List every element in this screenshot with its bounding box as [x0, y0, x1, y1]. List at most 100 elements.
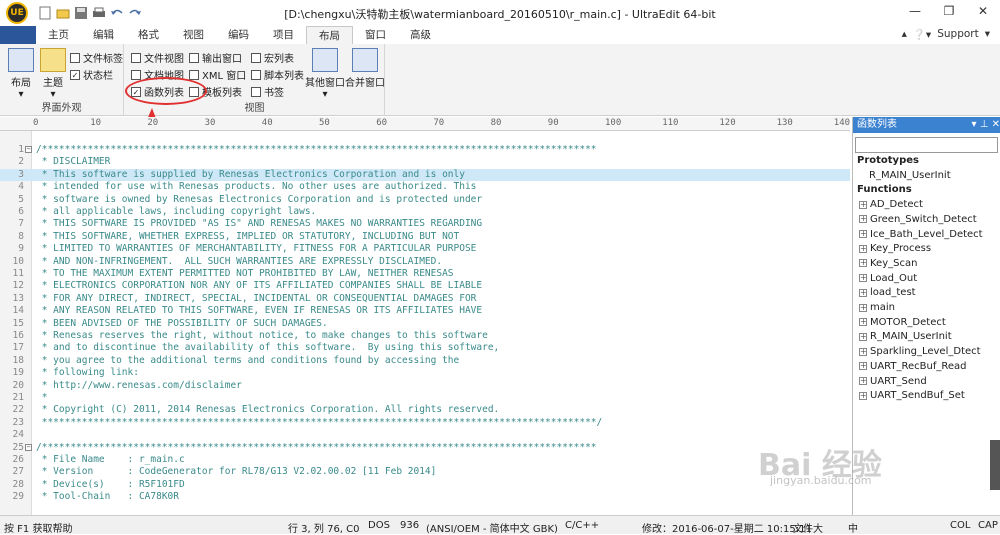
expand-icon[interactable]: +	[859, 303, 867, 312]
expand-icon[interactable]: +	[859, 274, 867, 283]
status-codepage[interactable]: 936	[400, 520, 419, 531]
status-encoding[interactable]: (ANSI/OEM - 简体中文 GBK)	[426, 520, 558, 535]
code-line[interactable]: 5 * software is owned by Renesas Electro…	[0, 194, 850, 206]
checkbox-script-list[interactable]: 脚本列表	[251, 67, 304, 82]
tab-project[interactable]: 项目	[261, 26, 306, 44]
checkbox-bookmarks[interactable]: 书签	[251, 84, 284, 99]
code-line[interactable]: 4 * intended for use with Renesas produc…	[0, 181, 850, 193]
code-line[interactable]: 27 * Version : CodeGenerator for RL78/G1…	[0, 466, 850, 478]
code-line[interactable]: 18 * you agree to the additional terms a…	[0, 355, 850, 367]
expand-icon[interactable]: +	[859, 347, 867, 356]
status-eol[interactable]: DOS	[368, 520, 390, 531]
expand-icon[interactable]: +	[859, 230, 867, 238]
expand-icon[interactable]: +	[859, 200, 867, 209]
code-line[interactable]: 13 * FOR ANY DIRECT, INDIRECT, SPECIAL, …	[0, 293, 850, 305]
code-line[interactable]: 6 * all applicable laws, including copyr…	[0, 206, 850, 218]
checkbox-macro-list[interactable]: 宏列表	[251, 50, 294, 65]
code-line[interactable]: 12 * ELECTRONICS CORPORATION NOR ANY OF …	[0, 280, 850, 292]
code-line[interactable]: 10 * AND NON-INFRINGEMENT. ALL SUCH WARR…	[0, 256, 850, 268]
function-list-item[interactable]: + UART_Send	[859, 376, 927, 387]
checkbox-file-view[interactable]: 文件视图	[131, 50, 184, 65]
function-list-item[interactable]: + UART_RecBuf_Read	[859, 361, 966, 372]
close-icon[interactable]: ✕	[966, 0, 1000, 22]
expand-icon[interactable]: +	[859, 377, 867, 385]
code-line[interactable]: 3 * This software is supplied by Renesas…	[0, 168, 850, 182]
code-line[interactable]: 22 * Copyright (C) 2011, 2014 Renesas El…	[0, 404, 850, 416]
function-list-item[interactable]: + Key_Process	[859, 243, 931, 254]
panel-pin-close-icon[interactable]: ▾ ⊥ ✕	[972, 117, 1000, 133]
code-line[interactable]: 25−/************************************…	[0, 442, 850, 454]
expand-icon[interactable]: +	[859, 244, 867, 253]
checkbox-file-tabs[interactable]: 文件标签	[70, 50, 123, 65]
function-list-item[interactable]: + UART_SendBuf_Set	[859, 390, 965, 401]
checkbox-xml-window[interactable]: XML 窗口	[189, 67, 246, 82]
expand-icon[interactable]: +	[859, 215, 867, 224]
code-line[interactable]: 15 * BEEN ADVISED OF THE POSSIBILITY OF …	[0, 318, 850, 330]
function-list-item[interactable]: R_MAIN_UserInit	[869, 170, 951, 181]
checkbox-label: 输出窗口	[202, 54, 242, 65]
function-list-item[interactable]: + load_test	[859, 287, 916, 298]
code-line[interactable]: 26 * File Name : r_main.c	[0, 454, 850, 466]
code-line[interactable]: 24	[0, 429, 850, 441]
tab-window[interactable]: 窗口	[353, 26, 398, 44]
code-line[interactable]: 28 * Device(s) : R5F101FD	[0, 479, 850, 491]
code-line[interactable]: 29 * Tool-Chain : CA78K0R	[0, 491, 850, 503]
tab-view[interactable]: 视图	[171, 26, 216, 44]
status-ime[interactable]: 中	[848, 520, 858, 535]
minimize-icon[interactable]: —	[898, 0, 932, 22]
tab-layout[interactable]: 布局	[306, 26, 353, 44]
status-language[interactable]: C/C++	[565, 520, 599, 531]
function-list-item[interactable]: + main	[859, 302, 895, 313]
function-list-item[interactable]: + R_MAIN_UserInit	[859, 331, 952, 342]
code-line[interactable]: 1−/*************************************…	[0, 144, 850, 156]
scrollbar-thumb[interactable]	[990, 440, 1000, 490]
function-list-item[interactable]: + MOTOR_Detect	[859, 317, 946, 328]
expand-icon[interactable]: +	[859, 318, 867, 327]
function-list-item[interactable]: + AD_Detect	[859, 199, 923, 210]
function-list-item[interactable]: + Key_Scan	[859, 258, 917, 269]
chevron-down-icon[interactable]: ▾	[985, 28, 990, 41]
expand-icon[interactable]: +	[859, 259, 867, 268]
code-line[interactable]: 16 * Renesas reserves the right, without…	[0, 330, 850, 342]
fold-toggle-icon[interactable]: −	[25, 146, 32, 153]
code-line[interactable]: 9 * LIMITED TO WARRANTIES OF MERCHANTABI…	[0, 243, 850, 255]
code-line[interactable]: 21 *	[0, 392, 850, 404]
code-line[interactable]: 19 * following link:	[0, 367, 850, 379]
fold-toggle-icon[interactable]: −	[25, 443, 32, 451]
line-number: 11	[12, 268, 24, 279]
code-line[interactable]: 11 * TO THE MAXIMUM EXTENT PERMITTED NOT…	[0, 268, 850, 280]
theme-button[interactable]: 主题 ▾	[36, 46, 70, 100]
code-line[interactable]: 17 * and to discontinue the availability…	[0, 342, 850, 354]
panel-filter-select[interactable]	[855, 137, 998, 153]
expand-icon[interactable]: +	[859, 391, 867, 400]
code-line[interactable]: 20 * http://www.renesas.com/disclaimer	[0, 380, 850, 392]
restore-icon[interactable]: ❐	[932, 0, 966, 22]
tab-edit[interactable]: 编辑	[81, 26, 126, 44]
function-list-item[interactable]: + Ice_Bath_Level_Detect	[859, 229, 983, 240]
file-tab[interactable]	[0, 26, 36, 44]
tab-format[interactable]: 格式	[126, 26, 171, 44]
code-line[interactable]: 23 *************************************…	[0, 417, 850, 429]
tab-encoding[interactable]: 编码	[216, 26, 261, 44]
layout-button[interactable]: 布局 ▾	[4, 46, 38, 100]
other-windows-button[interactable]: 其他窗口 ▾	[305, 46, 345, 100]
code-editor[interactable]: 1−/*************************************…	[0, 131, 850, 515]
expand-icon[interactable]: +	[859, 288, 867, 297]
function-list-item[interactable]: + Green_Switch_Detect	[859, 214, 977, 225]
code-line[interactable]: 8 * THIS SOFTWARE, WHETHER EXPRESS, IMPL…	[0, 231, 850, 243]
tab-home[interactable]: 主页	[36, 26, 81, 44]
code-line[interactable]: 14 * ANY REASON RELATED TO THIS SOFTWARE…	[0, 305, 850, 317]
merge-windows-button[interactable]: 合并窗口	[345, 46, 385, 89]
help-icon[interactable]: ❔▾	[913, 28, 931, 41]
expand-icon[interactable]: +	[859, 332, 867, 341]
checkbox-output-window[interactable]: 输出窗口	[189, 50, 242, 65]
code-line[interactable]: 7 * THIS SOFTWARE IS PROVIDED "AS IS" AN…	[0, 218, 850, 230]
pin-icon[interactable]: ▴	[902, 28, 907, 41]
expand-icon[interactable]: +	[859, 362, 867, 371]
function-list-item[interactable]: + Sparkling_Level_Dtect	[859, 346, 981, 357]
checkbox-statusbar[interactable]: ✓ 状态栏	[70, 67, 113, 82]
function-list-item[interactable]: + Load_Out	[859, 273, 917, 284]
tab-advanced[interactable]: 高级	[398, 26, 443, 44]
support-menu[interactable]: Support	[937, 28, 979, 41]
code-line[interactable]: 2 * DISCLAIMER	[0, 156, 850, 168]
